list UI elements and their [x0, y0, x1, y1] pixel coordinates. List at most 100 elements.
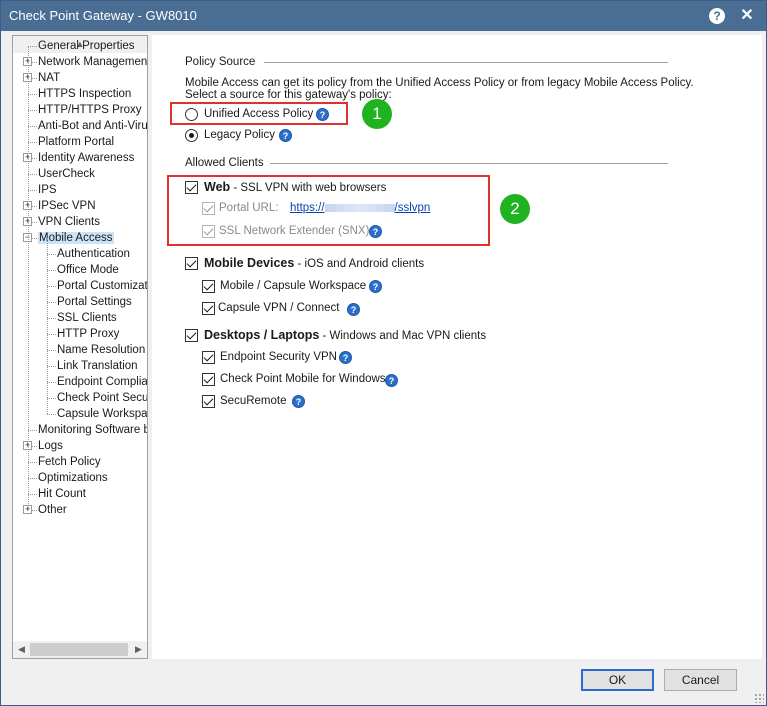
tree-item[interactable]: HTTPS Inspection [38, 86, 131, 102]
tree-connector [47, 318, 56, 319]
ok-button[interactable]: OK [581, 669, 654, 691]
check-point-mobile-checkbox[interactable] [202, 373, 215, 386]
tree-item[interactable]: Link Translation [57, 358, 138, 374]
mobile-access-panel: Policy Source Mobile Access can get its … [152, 35, 762, 659]
tree-item[interactable]: HTTP/HTTPS Proxy [38, 102, 142, 118]
cancel-button[interactable]: Cancel [664, 669, 737, 691]
desktops-laptops-label[interactable]: Desktops / Laptops - Windows and Mac VPN… [204, 328, 486, 342]
scroll-right-arrow-icon[interactable]: ▶ [130, 641, 147, 658]
legacy-policy-label[interactable]: Legacy Policy [204, 129, 275, 141]
tree-item-label: Mobile Access [38, 232, 114, 244]
tree-item[interactable]: Name Resolution [57, 342, 145, 358]
dialog-window: Check Point Gateway - GW8010 ? ✕ ▲ Gener… [0, 0, 767, 706]
securemote-label[interactable]: SecuRemote [220, 395, 286, 407]
tree-item-label: Endpoint Compliance [57, 376, 148, 388]
tree-item[interactable]: Monitoring Software blades [38, 422, 147, 438]
highlight-box-2 [167, 175, 490, 246]
tree-item-label: Capsule Workspace [57, 408, 148, 420]
horizontal-scrollbar[interactable]: ◀ ▶ [13, 641, 147, 658]
help-icon[interactable]: ? [709, 8, 725, 24]
tree-item-label: Platform Portal [38, 136, 115, 148]
tree-item[interactable]: Endpoint Compliance [57, 374, 148, 390]
legacy-policy-radio[interactable] [185, 129, 198, 142]
tree-item-label: Portal Customization [57, 280, 148, 292]
allowed-clients-title: Allowed Clients [185, 157, 264, 169]
tree-item-label: Name Resolution [57, 344, 146, 356]
endpoint-security-vpn-checkbox[interactable] [202, 351, 215, 364]
policy-source-title: Policy Source [185, 56, 256, 68]
tree-item-label: Optimizations [38, 472, 108, 484]
tree-item-label: VPN Clients [38, 216, 100, 228]
tree-connector [28, 46, 37, 47]
tree-connector [47, 238, 48, 414]
tree-item-label: SSL Clients [57, 312, 117, 324]
tree-item[interactable]: Optimizations [38, 470, 108, 486]
tree-item[interactable]: Capsule Workspace [57, 406, 148, 422]
tree-connector [47, 302, 56, 303]
policy-source-instruction: Select a source for this gateway's polic… [185, 89, 392, 101]
tree-item[interactable]: Portal Settings [57, 294, 132, 310]
step-badge-2: 2 [500, 194, 530, 224]
securemote-checkbox[interactable] [202, 395, 215, 408]
tree-item[interactable]: UserCheck [38, 166, 95, 182]
tree-item-label: Fetch Policy [38, 456, 101, 468]
tree-item[interactable]: Hit Count [38, 486, 86, 502]
capsule-vpn-connect-checkbox[interactable] [202, 302, 215, 315]
mobile-capsule-workspace-label[interactable]: Mobile / Capsule Workspace [220, 280, 366, 292]
tree-connector [28, 494, 37, 495]
tree-item-label: Check Point Secure Workspace [57, 392, 148, 404]
help-icon[interactable]: ? [279, 129, 292, 142]
tree-item[interactable]: VPN Clients [38, 214, 100, 230]
tree-connector [28, 142, 37, 143]
tree-item[interactable]: IPS [38, 182, 57, 198]
scroll-left-arrow-icon[interactable]: ◀ [13, 641, 30, 658]
tree-item[interactable]: Other [38, 502, 67, 518]
tree-item-label: Other [38, 504, 67, 516]
tree-item[interactable]: Portal Customization [57, 278, 148, 294]
highlight-box-1 [170, 102, 348, 125]
endpoint-security-vpn-label[interactable]: Endpoint Security VPN [220, 351, 337, 363]
tree-item[interactable]: Identity Awareness [38, 150, 134, 166]
desktops-laptops-checkbox[interactable] [185, 329, 198, 342]
tree-item[interactable]: NAT [38, 70, 60, 86]
scrollbar-thumb[interactable] [30, 643, 128, 656]
tree-connector [28, 110, 37, 111]
mobile-devices-label[interactable]: Mobile Devices - iOS and Android clients [204, 256, 424, 270]
help-icon[interactable]: ? [369, 280, 382, 293]
tree-item[interactable]: SSL Clients [57, 310, 117, 326]
check-point-mobile-label[interactable]: Check Point Mobile for Windows [220, 373, 386, 385]
tree-item[interactable]: Platform Portal [38, 134, 114, 150]
tree-item[interactable]: Logs [38, 438, 63, 454]
tree-item[interactable]: HTTP Proxy [57, 326, 119, 342]
title-bar: Check Point Gateway - GW8010 ? ✕ [1, 1, 766, 31]
tree-item-label: General Properties [38, 40, 135, 52]
tree-item[interactable]: IPSec VPN [38, 198, 96, 214]
tree-item[interactable]: Anti-Bot and Anti-Virus [38, 118, 147, 134]
tree-item[interactable]: Check Point Secure Workspace [57, 390, 148, 406]
tree-item[interactable]: Office Mode [57, 262, 119, 278]
help-icon[interactable]: ? [292, 395, 305, 408]
mobile-capsule-workspace-checkbox[interactable] [202, 280, 215, 293]
tree-item[interactable]: Mobile Access [38, 230, 114, 246]
tree-item[interactable]: Authentication [57, 246, 130, 262]
tree-item[interactable]: Fetch Policy [38, 454, 101, 470]
tree-item-label: Identity Awareness [38, 152, 135, 164]
step-badge-1: 1 [362, 99, 392, 129]
tree-item-label: Network Management [38, 56, 148, 68]
tree-item[interactable]: General Properties [38, 38, 135, 54]
help-icon[interactable]: ? [347, 303, 360, 316]
tree-connector [47, 382, 56, 383]
mobile-devices-checkbox[interactable] [185, 257, 198, 270]
tree-connector [47, 398, 56, 399]
help-icon[interactable]: ? [385, 374, 398, 387]
tree-connector [28, 174, 37, 175]
capsule-vpn-connect-label[interactable]: Capsule VPN / Connect [218, 302, 339, 314]
help-icon[interactable]: ? [339, 351, 352, 364]
tree-item[interactable]: Network Management [38, 54, 148, 70]
resize-grip-icon[interactable] [754, 693, 764, 703]
tree-item-label: Hit Count [38, 488, 86, 500]
navigation-tree[interactable]: ▲ General Properties Network Management + N… [12, 35, 148, 659]
tree-item-label: HTTP Proxy [57, 328, 120, 340]
close-icon[interactable]: ✕ [737, 6, 757, 26]
tree-item-label: IPSec VPN [38, 200, 96, 212]
